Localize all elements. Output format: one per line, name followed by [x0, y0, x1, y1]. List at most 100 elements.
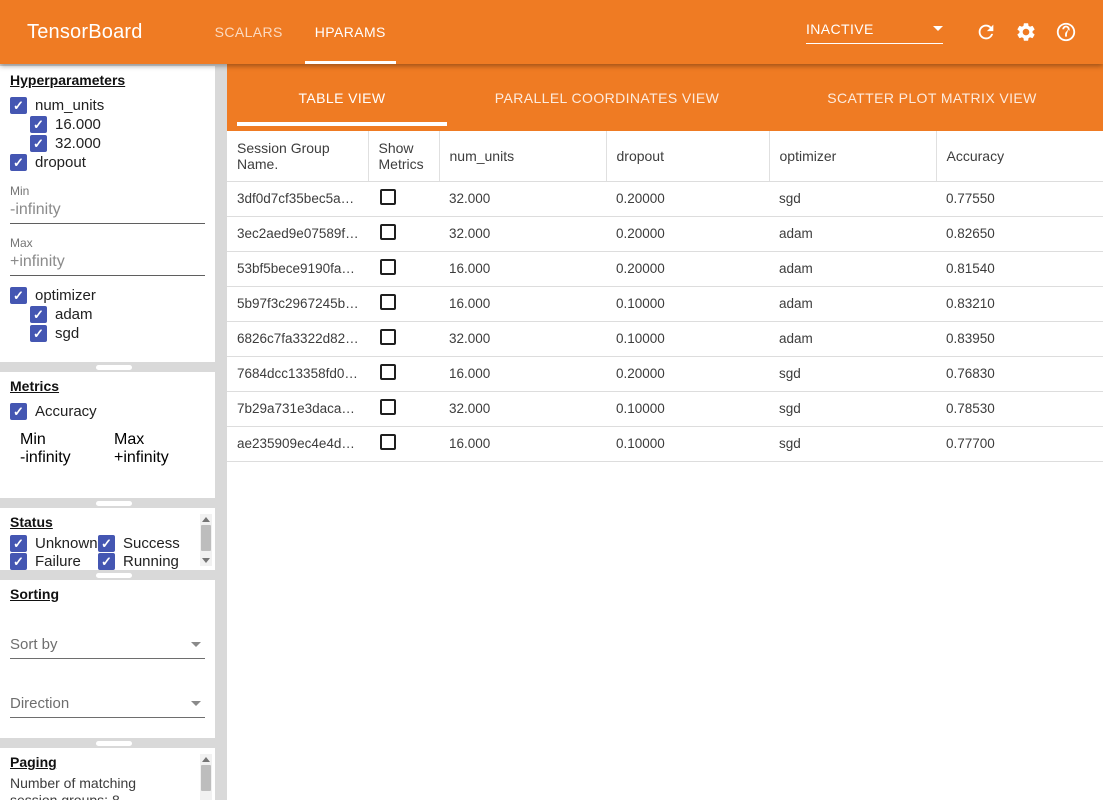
show-metrics-checkbox[interactable] [380, 259, 396, 275]
dropout-value: 0.20000 [606, 251, 769, 286]
tab-table-view[interactable]: TABLE VIEW [237, 64, 447, 131]
min-input[interactable]: -infinity [10, 198, 205, 224]
session-groups-table: Session Group Name. Show Metrics num_uni… [227, 131, 1103, 462]
scrollbar-thumb[interactable] [201, 525, 211, 551]
optimizer-adam-label: adam [55, 306, 93, 323]
optimizer-value: sgd [769, 391, 936, 426]
status-scrollbar[interactable] [200, 514, 212, 566]
col-show-metrics[interactable]: Show Metrics [368, 131, 439, 181]
app-header: TensorBoard SCALARS HPARAMS INACTIVE [0, 0, 1103, 64]
show-metrics-checkbox[interactable] [380, 399, 396, 415]
paging-heading: Paging [10, 754, 205, 770]
scroll-up-icon[interactable] [202, 757, 210, 762]
accuracy-value: 0.83950 [936, 321, 1103, 356]
num-units-16-checkbox[interactable] [30, 116, 47, 133]
num-units-checkbox[interactable] [10, 97, 27, 114]
tab-scalars[interactable]: SCALARS [199, 0, 299, 64]
sidebar: Hyperparameters num_units 16.000 32.000 … [0, 64, 227, 800]
dropout-value: 0.20000 [606, 356, 769, 391]
show-metrics-checkbox[interactable] [380, 434, 396, 450]
scrollbar-thumb[interactable] [201, 765, 211, 791]
status-success-checkbox[interactable] [98, 535, 115, 552]
metric-accuracy-row: Accuracy [10, 402, 205, 421]
splitter-handle-icon [96, 741, 132, 746]
sort-by-value: Sort by [10, 636, 191, 653]
dropout-value: 0.10000 [606, 321, 769, 356]
dropout-max-field: Max +infinity [10, 236, 205, 276]
session-group-name: 6826c7fa3322d82… [227, 321, 368, 356]
hyperparameters-heading: Hyperparameters [10, 72, 205, 88]
optimizer-adam-checkbox[interactable] [30, 306, 47, 323]
panel-splitter[interactable] [0, 738, 227, 748]
panel-splitter[interactable] [0, 570, 227, 580]
scroll-down-icon[interactable] [202, 558, 210, 563]
accuracy-value: 0.81540 [936, 251, 1103, 286]
refresh-icon[interactable] [975, 21, 997, 43]
help-icon[interactable] [1055, 21, 1077, 43]
scroll-up-icon[interactable] [202, 517, 210, 522]
optimizer-checkbox[interactable] [10, 287, 27, 304]
session-group-name: 3ec2aed9e07589f… [227, 216, 368, 251]
status-unknown-checkbox[interactable] [10, 535, 27, 552]
splitter-handle-icon [96, 501, 132, 506]
show-metrics-checkbox[interactable] [380, 294, 396, 310]
direction-select[interactable]: Direction [10, 695, 205, 718]
hparam-value-row: sgd [30, 324, 205, 343]
accuracy-label: Accuracy [35, 403, 97, 420]
show-metrics-checkbox[interactable] [380, 224, 396, 240]
tensorboard-app: TensorBoard SCALARS HPARAMS INACTIVE Hy [0, 0, 1103, 800]
status-select-value: INACTIVE [806, 21, 933, 37]
metrics-panel: Metrics Accuracy Min -infinity Max +infi… [0, 372, 215, 498]
tab-hparams[interactable]: HPARAMS [299, 0, 402, 64]
panel-splitter[interactable] [0, 362, 227, 372]
splitter-handle-icon [96, 573, 132, 578]
table-row: 7b29a731e3daca… 32.000 0.10000 sgd 0.785… [227, 391, 1103, 426]
splitter-handle-icon [96, 365, 132, 370]
sort-by-select[interactable]: Sort by [10, 636, 205, 659]
paging-scrollbar[interactable] [200, 754, 212, 800]
min-label: Min [10, 184, 205, 198]
status-failure-label: Failure [35, 553, 81, 570]
status-failure-checkbox[interactable] [10, 553, 27, 570]
col-optimizer[interactable]: optimizer [769, 131, 936, 181]
dropout-checkbox[interactable] [10, 154, 27, 171]
accuracy-max-input[interactable]: +infinity [114, 449, 200, 467]
tab-parallel-coordinates-view[interactable]: PARALLEL COORDINATES VIEW [447, 64, 767, 131]
tab-scatter-plot-matrix-view[interactable]: SCATTER PLOT MATRIX VIEW [767, 64, 1097, 131]
status-select[interactable]: INACTIVE [806, 21, 943, 44]
num-units-32-checkbox[interactable] [30, 135, 47, 152]
col-session-group-name[interactable]: Session Group Name. [227, 131, 368, 181]
table-row: 5b97f3c2967245b… 16.000 0.10000 adam 0.8… [227, 286, 1103, 321]
hparam-optimizer-row: optimizer [10, 286, 205, 305]
dropout-value: 0.10000 [606, 426, 769, 461]
num-units-value: 32.000 [439, 216, 606, 251]
min-label: Min [20, 431, 106, 449]
session-group-name: 7684dcc13358fd0… [227, 356, 368, 391]
show-metrics-checkbox[interactable] [380, 364, 396, 380]
col-dropout[interactable]: dropout [606, 131, 769, 181]
session-group-name: 5b97f3c2967245b… [227, 286, 368, 321]
col-accuracy[interactable]: Accuracy [936, 131, 1103, 181]
panel-splitter[interactable] [0, 498, 227, 508]
dropout-value: 0.20000 [606, 181, 769, 216]
accuracy-checkbox[interactable] [10, 403, 27, 420]
status-success-label: Success [123, 535, 180, 552]
accuracy-min-field: Min -infinity [20, 431, 106, 467]
show-metrics-checkbox[interactable] [380, 189, 396, 205]
direction-value: Direction [10, 695, 191, 712]
optimizer-sgd-checkbox[interactable] [30, 325, 47, 342]
status-panel: Status Unknown Success Failure [0, 508, 215, 570]
col-num-units[interactable]: num_units [439, 131, 606, 181]
settings-gear-icon[interactable] [1015, 21, 1037, 43]
top-nav: SCALARS HPARAMS [199, 0, 402, 64]
table-row: 53bf5bece9190fa… 16.000 0.20000 adam 0.8… [227, 251, 1103, 286]
show-metrics-checkbox[interactable] [380, 329, 396, 345]
accuracy-min-input[interactable]: -infinity [20, 449, 106, 467]
table-row: 6826c7fa3322d82… 32.000 0.10000 adam 0.8… [227, 321, 1103, 356]
max-input[interactable]: +infinity [10, 250, 205, 276]
status-running-checkbox[interactable] [98, 553, 115, 570]
accuracy-value: 0.77700 [936, 426, 1103, 461]
session-group-name: 7b29a731e3daca… [227, 391, 368, 426]
status-options: Unknown Success Failure Running [10, 534, 188, 570]
hparam-value-row: 32.000 [30, 134, 205, 153]
